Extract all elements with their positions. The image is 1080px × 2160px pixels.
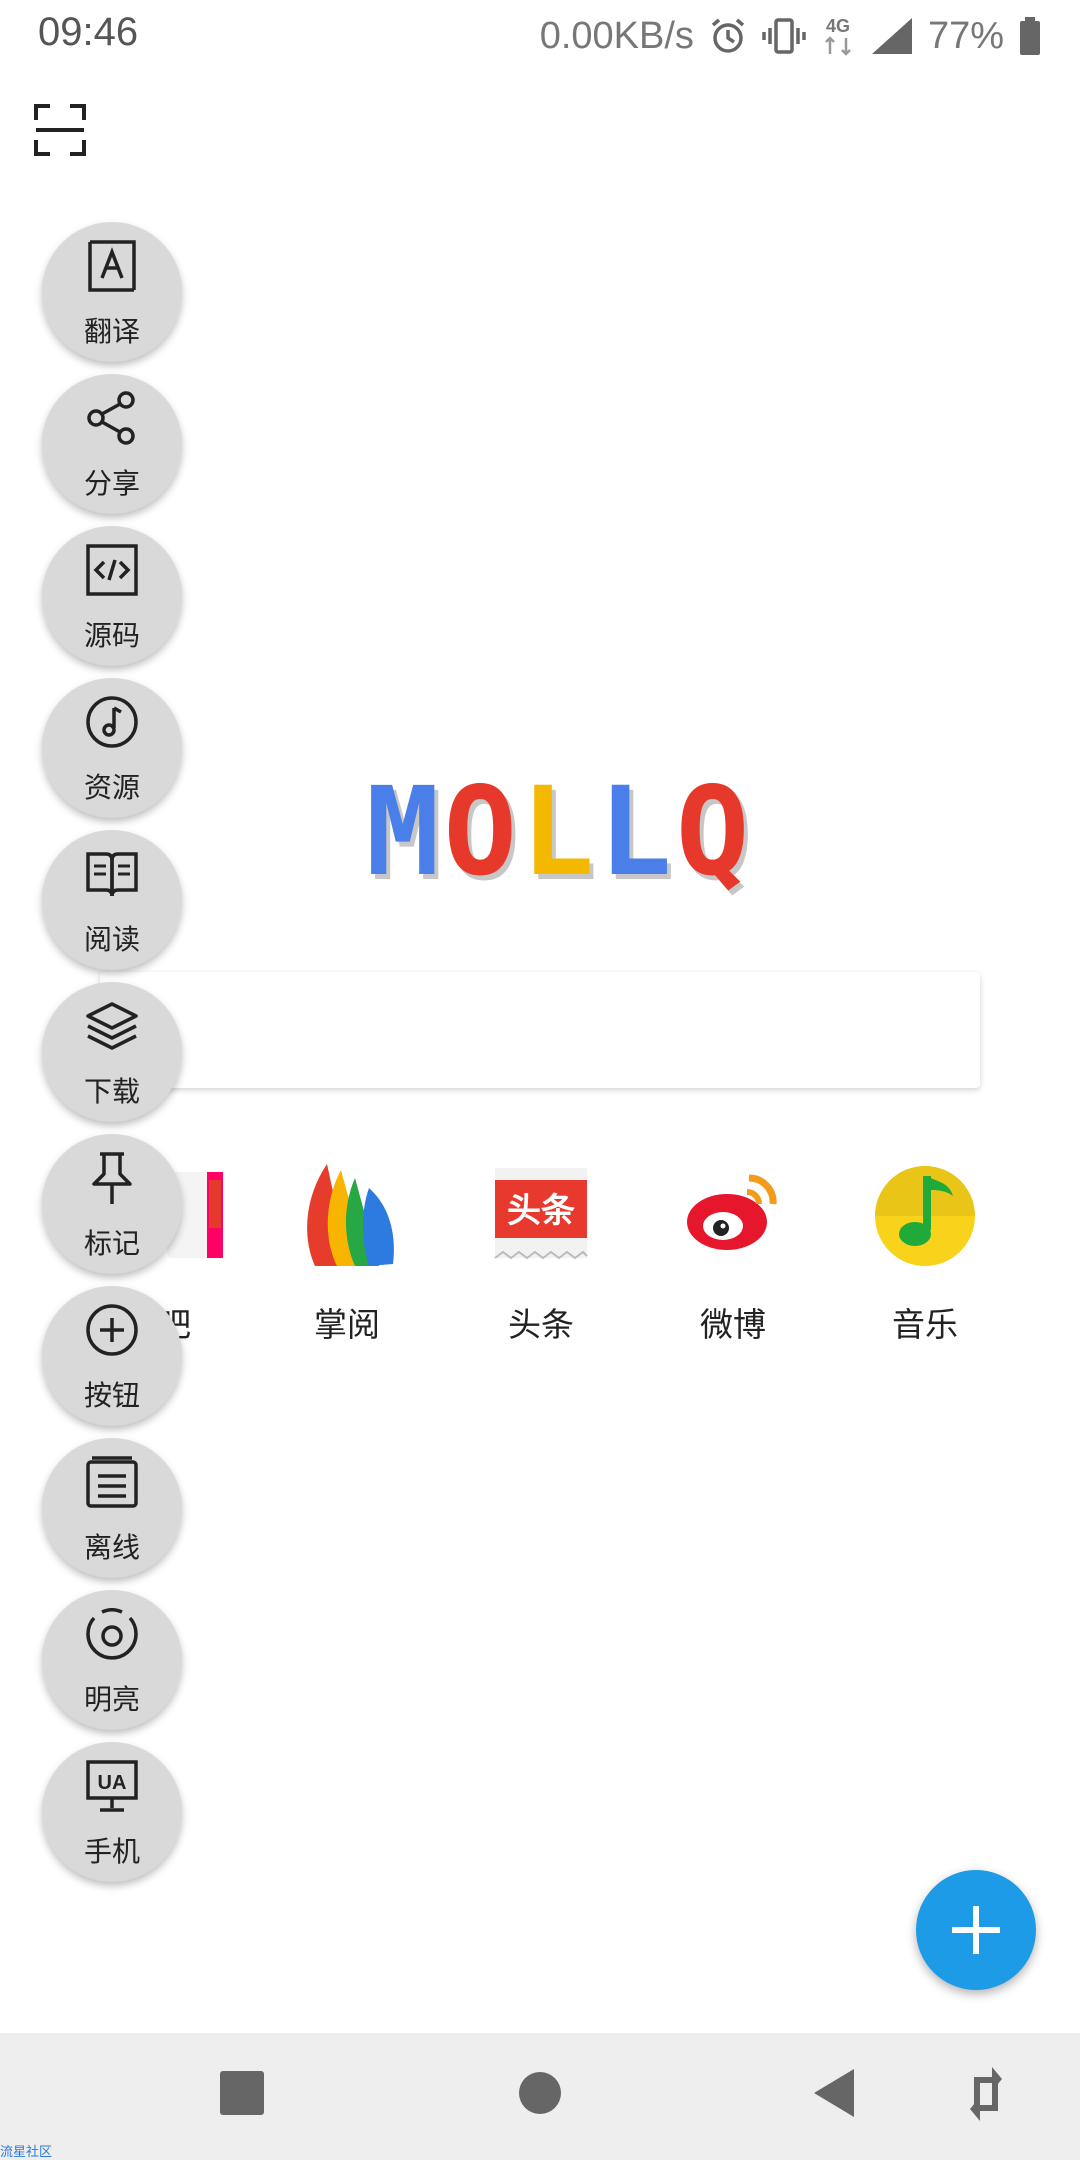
shortcut-label: 掌阅 (314, 1305, 380, 1344)
signal-icon (871, 18, 912, 54)
search-input[interactable] (100, 972, 980, 1088)
alarm-icon (711, 18, 745, 53)
shortcut-label: 音乐 (892, 1305, 958, 1344)
app-logo: M O L L Q (366, 761, 749, 903)
plus-icon (952, 1906, 1000, 1954)
share-icon (87, 391, 135, 445)
side-item-label: 翻译 (83, 315, 140, 348)
scan-icon (34, 104, 86, 156)
home-icon (519, 2072, 561, 2114)
status-time: 09:46 (38, 10, 139, 54)
logo-letter: L (598, 761, 671, 903)
shortcut-toutiao[interactable]: 头条 头条 (466, 1160, 616, 1360)
back-icon (814, 2069, 854, 2117)
side-item-mark[interactable]: 标记 (42, 1134, 182, 1274)
book-icon (86, 852, 138, 897)
vibrate-icon (762, 18, 806, 54)
source-code-icon (86, 544, 138, 596)
side-item-label: 标记 (83, 1227, 140, 1260)
battery-icon (1020, 17, 1040, 55)
recents-button[interactable] (202, 2059, 282, 2129)
rotate-icon (970, 2067, 1002, 2121)
shortcut-weibo[interactable]: 微博 (658, 1160, 808, 1360)
side-item-offline[interactable]: 离线 (42, 1438, 182, 1578)
offline-icon (86, 1456, 138, 1508)
svg-text:头条: 头条 (507, 1191, 575, 1231)
side-item-button[interactable]: 按钮 (42, 1286, 182, 1426)
side-item-resource[interactable]: 资源 (42, 678, 182, 818)
shortcut-label: 头条 (508, 1305, 574, 1344)
side-item-phone-ua[interactable]: UA 手机 (42, 1742, 182, 1882)
side-item-share[interactable]: 分享 (42, 374, 182, 514)
side-item-read[interactable]: 阅读 (42, 830, 182, 970)
side-item-translate[interactable]: 翻译 (42, 222, 182, 362)
side-item-label: 手机 (83, 1835, 140, 1868)
shortcut-label: 微博 (700, 1305, 766, 1344)
side-item-label: 下载 (83, 1075, 140, 1108)
svg-text:4G: 4G (826, 16, 850, 36)
side-item-label: 分享 (83, 467, 140, 500)
side-item-source[interactable]: 源码 (42, 526, 182, 666)
watermark-text: 流星社区 (0, 2145, 53, 2160)
layers-icon (86, 1002, 138, 1050)
toutiao-icon: 头条 (494, 1168, 588, 1260)
music-resource-icon (86, 696, 138, 748)
status-right: 0.00KB/s 4G 77% (540, 8, 1042, 64)
side-item-label: 按钮 (83, 1379, 140, 1412)
add-circle-icon (86, 1304, 138, 1356)
side-item-download[interactable]: 下载 (42, 982, 182, 1122)
logo-letter: M (366, 761, 439, 903)
scan-button[interactable] (34, 104, 86, 156)
rotate-button[interactable] (946, 2059, 1026, 2129)
logo-letter: O (443, 761, 516, 903)
4g-data-icon: 4G (825, 16, 851, 56)
logo-letter: L (520, 761, 594, 903)
side-item-label: 阅读 (83, 923, 140, 956)
recents-icon (220, 2071, 264, 2115)
side-item-brightness[interactable]: 明亮 (42, 1590, 182, 1730)
add-fab-button[interactable] (916, 1870, 1036, 1990)
shortcut-music[interactable]: 音乐 (850, 1160, 1000, 1360)
side-item-label: 源码 (83, 619, 140, 652)
zhangyue-icon (307, 1164, 394, 1266)
home-button[interactable] (500, 2059, 580, 2129)
svg-text:UA: UA (98, 1772, 127, 1794)
weibo-icon (687, 1174, 777, 1250)
pin-icon (92, 1152, 132, 1204)
back-button[interactable] (796, 2059, 876, 2129)
net-speed: 0.00KB/s (539, 14, 694, 57)
side-item-label: 离线 (83, 1531, 140, 1564)
brightness-icon (86, 1608, 138, 1660)
translate-icon (88, 240, 136, 292)
qq-music-icon (875, 1166, 975, 1266)
side-item-label: 资源 (83, 771, 140, 804)
battery-percent: 77% (927, 14, 1004, 57)
shortcut-zhangyue[interactable]: 掌阅 (272, 1160, 422, 1360)
navigation-bar: 流星社区 (0, 2033, 1080, 2160)
status-bar: 09:46 0.00KB/s 4G 77% (0, 0, 1080, 72)
ua-monitor-icon: UA (86, 1760, 138, 1812)
logo-letter: Q (675, 761, 749, 903)
side-item-label: 明亮 (83, 1683, 140, 1716)
